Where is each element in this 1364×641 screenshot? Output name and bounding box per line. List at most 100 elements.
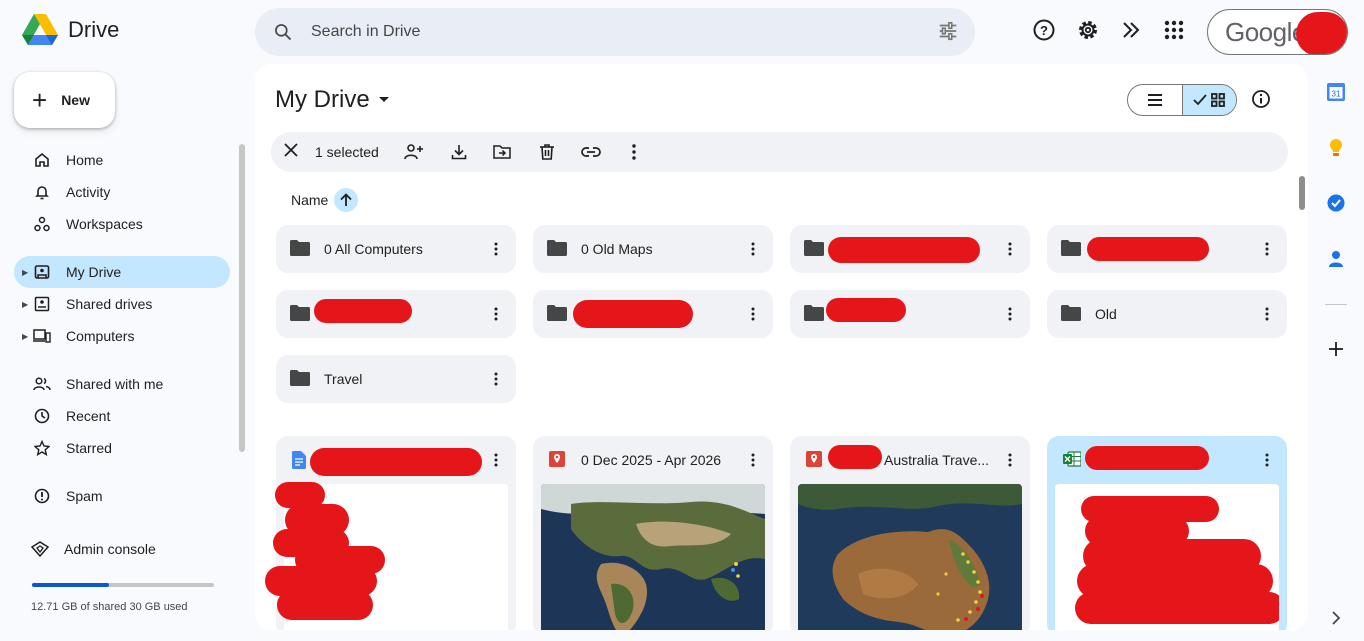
more-vert-icon[interactable] [1259, 239, 1275, 259]
expand-caret-icon[interactable]: ▶ [22, 268, 28, 277]
folder-card[interactable]: Travel [276, 355, 516, 403]
folder-icon [1061, 240, 1081, 261]
more-vert-icon[interactable] [488, 304, 504, 324]
sidebar-item-my-drive[interactable]: ▶ My Drive [14, 256, 230, 288]
folder-card[interactable] [790, 225, 1030, 273]
more-vert-icon[interactable] [488, 369, 504, 389]
my-maps-file-icon [806, 451, 822, 472]
folder-card[interactable] [276, 290, 516, 338]
folder-icon [290, 370, 310, 391]
more-vert-icon[interactable] [1259, 304, 1275, 324]
search-options-icon[interactable] [937, 20, 959, 42]
sort-direction-button[interactable] [334, 188, 359, 212]
main-scrollbar[interactable] [1299, 176, 1305, 210]
link-icon [581, 147, 601, 157]
main-content: My Drive 1 selected Name 0 All Computers… [255, 64, 1308, 630]
redacted-name [828, 445, 882, 469]
sidebar-item-label: Workspaces [66, 216, 143, 232]
checkmark-icon [1193, 94, 1208, 106]
folder-icon [290, 305, 310, 326]
folder-card[interactable] [790, 290, 1030, 338]
gemini-sparkle-icon[interactable] [1120, 18, 1144, 42]
more-vert-icon[interactable] [488, 450, 504, 470]
sidebar-item-starred[interactable]: Starred [14, 432, 230, 464]
copy-link-button[interactable] [581, 142, 601, 162]
more-vert-icon[interactable] [1002, 304, 1018, 324]
sidebar-item-label: My Drive [66, 264, 122, 280]
calendar-icon[interactable]: 31 [1325, 81, 1347, 103]
help-icon[interactable]: ? [1032, 18, 1056, 42]
drive-logo[interactable]: Drive [22, 14, 119, 46]
sort-by-name[interactable]: Name [291, 188, 359, 212]
file-card[interactable]: 0 Dec 2025 - Apr 2026 [533, 436, 773, 630]
more-vert-icon[interactable] [1002, 450, 1018, 470]
list-view-button[interactable] [1128, 85, 1182, 115]
search-input[interactable] [311, 23, 891, 41]
folder-card[interactable]: 0 All Computers [276, 225, 516, 273]
contacts-icon[interactable] [1325, 248, 1347, 270]
keep-icon[interactable] [1325, 137, 1347, 159]
info-icon[interactable] [1251, 89, 1271, 114]
sidebar-item-label: Computers [66, 328, 135, 344]
folder-card[interactable]: Old [1047, 290, 1287, 338]
delete-button[interactable] [537, 142, 557, 162]
sidebar-item-shared-with-me[interactable]: Shared with me [14, 368, 230, 400]
more-vert-icon[interactable] [488, 239, 504, 259]
search-bar[interactable] [255, 8, 975, 56]
side-panel-divider [1325, 304, 1347, 305]
account-button[interactable]: Google [1207, 9, 1348, 55]
sidebar-item-label: Spam [66, 488, 103, 504]
more-vert-icon[interactable] [745, 239, 761, 259]
computers-icon [33, 327, 51, 345]
move-button[interactable] [492, 142, 512, 162]
map-thumbnail [798, 484, 1022, 630]
folder-icon [1061, 305, 1081, 326]
tasks-icon[interactable] [1325, 192, 1347, 214]
file-card-selected[interactable] [1047, 436, 1287, 630]
expand-caret-icon[interactable]: ▶ [22, 300, 28, 309]
chevron-right-icon[interactable] [1325, 607, 1347, 629]
sidebar-item-spam[interactable]: Spam [14, 480, 230, 512]
file-card[interactable]: Australia Trave... [790, 436, 1030, 630]
redacted-name [826, 298, 906, 322]
sidebar-scrollbar[interactable] [239, 144, 245, 452]
sidebar-item-home[interactable]: Home [14, 144, 230, 176]
folder-card[interactable] [1047, 225, 1287, 273]
sort-label: Name [291, 192, 329, 208]
more-vert-icon[interactable] [745, 304, 761, 324]
apps-grid-icon[interactable] [1162, 18, 1186, 42]
caret-down-icon [378, 97, 389, 102]
sidebar-item-label: Admin console [64, 541, 156, 557]
redacted-name [310, 448, 482, 476]
sidebar-item-computers[interactable]: ▶ Computers [14, 320, 230, 352]
more-vert-icon[interactable] [1259, 450, 1275, 470]
download-button[interactable] [449, 142, 469, 162]
trash-icon [540, 144, 554, 160]
sidebar-item-recent[interactable]: Recent [14, 400, 230, 432]
sidebar-item-activity[interactable]: Activity [14, 176, 230, 208]
page-title[interactable]: My Drive [275, 86, 390, 114]
spam-icon [33, 487, 51, 505]
svg-text:31: 31 [1332, 90, 1341, 99]
add-person-icon [404, 144, 423, 160]
sidebar-item-admin-console[interactable]: Admin console [12, 533, 228, 565]
more-actions-button[interactable] [624, 142, 644, 162]
folder-card[interactable]: 0 Old Maps [533, 225, 773, 273]
sidebar-item-workspaces[interactable]: Workspaces [14, 208, 230, 240]
sidebar-item-shared-drives[interactable]: ▶ Shared drives [14, 288, 230, 320]
settings-gear-icon[interactable] [1076, 18, 1100, 42]
file-name: Australia Trave... [884, 452, 990, 468]
expand-caret-icon[interactable]: ▶ [22, 332, 28, 341]
docs-file-icon [292, 451, 306, 474]
search-icon[interactable] [273, 22, 293, 42]
add-addon-icon[interactable] [1325, 338, 1347, 360]
close-icon [284, 142, 298, 157]
folder-name: Travel [324, 371, 363, 387]
clear-selection-button[interactable] [283, 142, 299, 163]
grid-view-button[interactable] [1181, 85, 1236, 115]
more-vert-icon[interactable] [1002, 239, 1018, 259]
new-button[interactable]: + New [14, 72, 115, 128]
more-vert-icon[interactable] [745, 450, 761, 470]
folder-card[interactable] [533, 290, 773, 338]
share-button[interactable] [404, 142, 424, 162]
